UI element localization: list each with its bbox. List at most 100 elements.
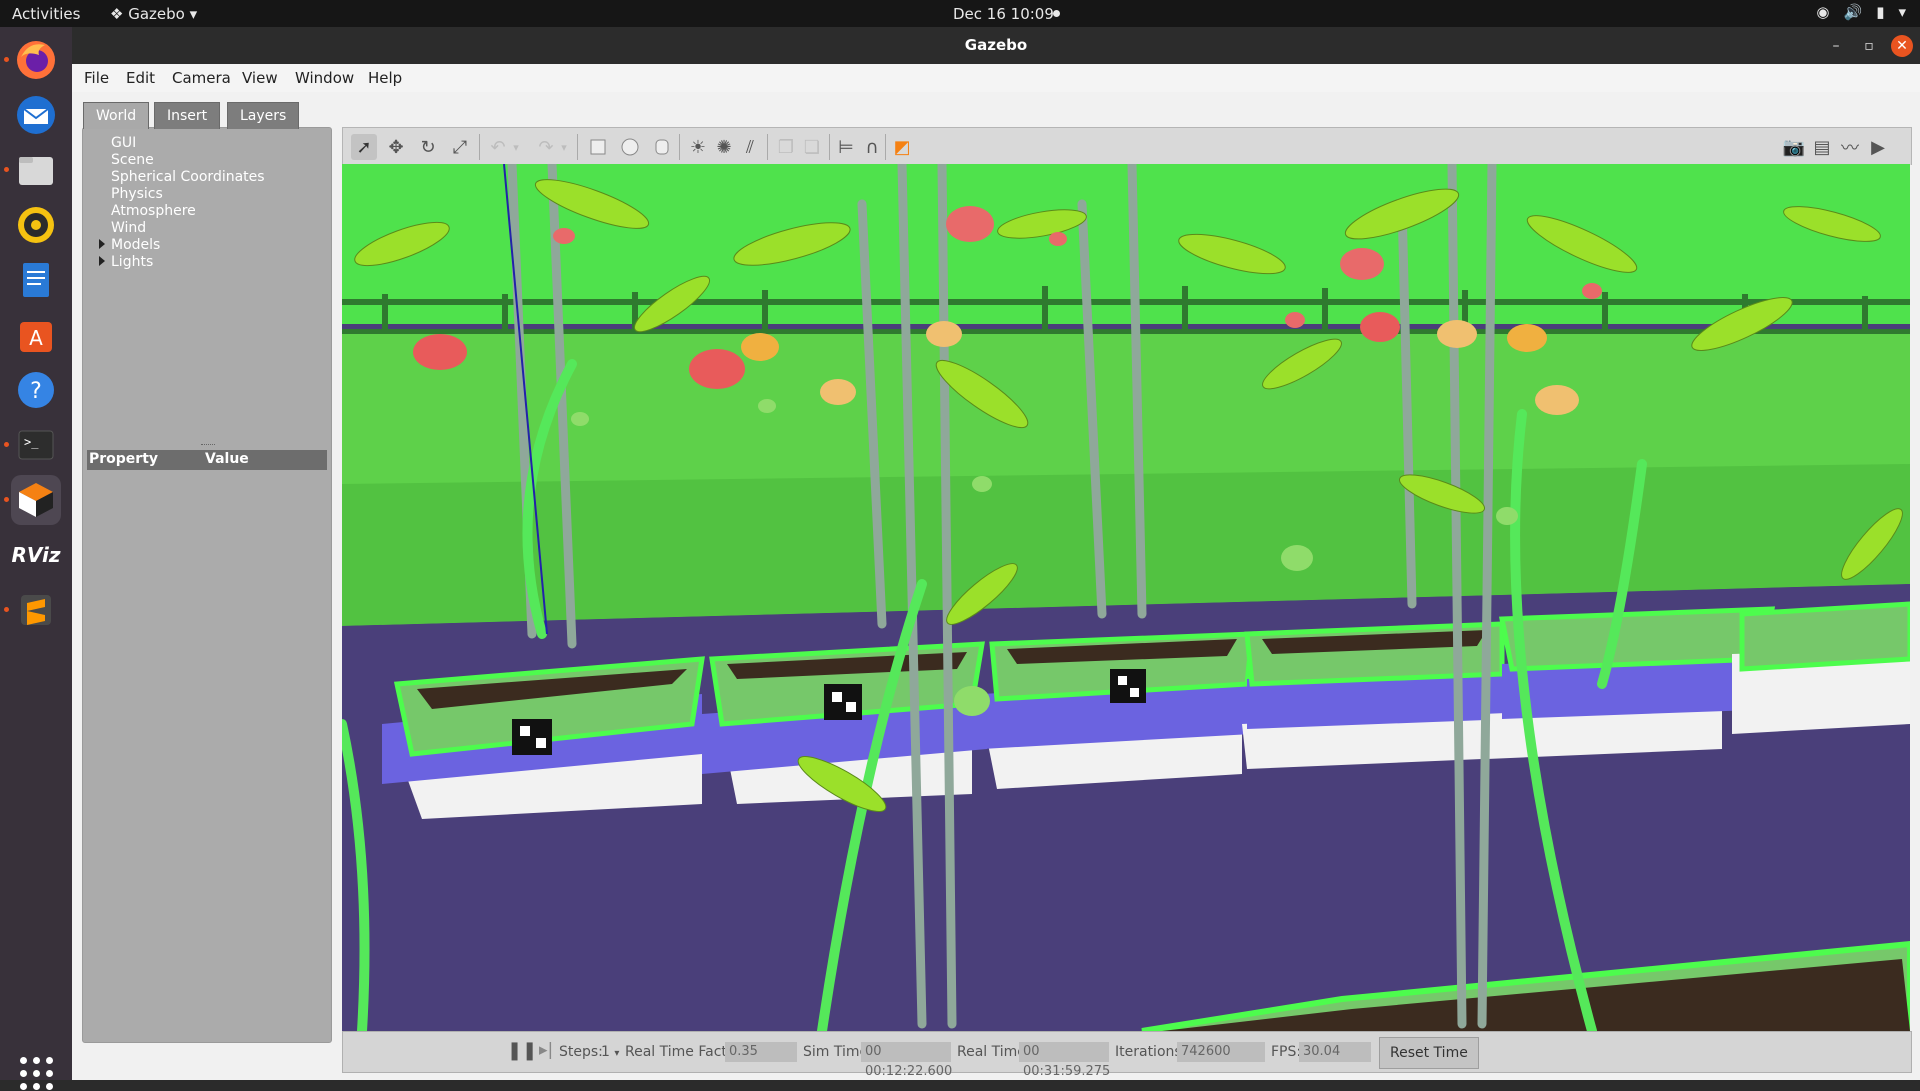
pause-icon[interactable]: ❚❚ xyxy=(507,1040,537,1061)
rviz-icon[interactable]: RViz xyxy=(11,530,61,580)
terminal-icon[interactable]: >_ xyxy=(11,420,61,470)
box-shape-icon[interactable] xyxy=(585,134,611,160)
tab-insert[interactable]: Insert xyxy=(154,102,221,129)
tab-world[interactable]: World xyxy=(83,102,150,129)
redo-dropdown-icon[interactable]: ▾ xyxy=(557,134,571,160)
reset-time-button[interactable]: Reset Time xyxy=(1379,1037,1479,1069)
chevron-down-icon: ▾ xyxy=(614,1048,620,1059)
undo-icon[interactable]: ↶ xyxy=(485,134,511,160)
help-icon[interactable]: ? xyxy=(11,365,61,415)
system-tray[interactable]: ◉ 🔊 ▮ ▾ xyxy=(1816,3,1906,21)
battery-icon: ▮ xyxy=(1876,3,1885,21)
chevron-down-icon: ▾ xyxy=(1898,3,1906,21)
wifi-icon: ◉ xyxy=(1816,3,1830,21)
spot-light-icon[interactable]: ✺ xyxy=(711,134,737,160)
menu-window[interactable]: Window xyxy=(295,69,354,87)
paste-icon[interactable]: ❏ xyxy=(799,134,825,160)
screenshot-icon[interactable]: 📷 xyxy=(1781,134,1807,160)
main-content: World Insert Layers GUI Scene Spherical … xyxy=(72,92,1920,1080)
tree-item-scene[interactable]: Scene xyxy=(111,152,154,168)
steps-spinner[interactable]: 1 ▾ xyxy=(601,1044,619,1060)
tree-item-lights[interactable]: Lights xyxy=(99,254,154,270)
log-icon[interactable]: ▤ xyxy=(1809,134,1835,160)
tree-label: Lights xyxy=(111,254,154,270)
menu-edit[interactable]: Edit xyxy=(126,69,155,87)
close-button[interactable]: ✕ xyxy=(1891,35,1913,57)
tree-item-physics[interactable]: Physics xyxy=(111,186,163,202)
sphere-shape-icon[interactable] xyxy=(617,134,643,160)
rhythmbox-icon[interactable] xyxy=(11,200,61,250)
menu-bar: File Edit Camera View Window Help xyxy=(72,64,1920,92)
toolbar-separator xyxy=(829,134,830,160)
top-bar: Activities ❖ Gazebo ▾ Dec 16 10:09 ◉ 🔊 ▮… xyxy=(0,0,1920,27)
window-title: Gazebo xyxy=(964,36,1028,54)
value-column-header: Value xyxy=(205,451,249,467)
toolbar-separator xyxy=(577,134,578,160)
toolbar-separator xyxy=(767,134,768,160)
firefox-icon[interactable] xyxy=(11,35,61,85)
tree-item-atmosphere[interactable]: Atmosphere xyxy=(111,203,196,219)
activities-button[interactable]: Activities xyxy=(12,5,80,23)
menu-file[interactable]: File xyxy=(84,69,109,87)
steps-label: Steps: xyxy=(559,1044,603,1060)
tree-item-spherical-coordinates[interactable]: Spherical Coordinates xyxy=(111,169,265,185)
view-angle-icon[interactable]: ◩ xyxy=(889,134,915,160)
property-table-header: Property Value xyxy=(87,450,327,470)
gazebo-icon[interactable] xyxy=(11,475,61,525)
thunderbird-icon[interactable] xyxy=(11,90,61,140)
writer-icon[interactable] xyxy=(11,255,61,305)
scene-viewport[interactable] xyxy=(342,164,1910,1031)
cylinder-shape-icon[interactable] xyxy=(649,134,675,160)
show-applications-icon[interactable] xyxy=(20,1057,54,1091)
toolbar-separator xyxy=(479,134,480,160)
svg-text:?: ? xyxy=(30,379,42,404)
expand-arrow-icon[interactable] xyxy=(99,239,105,249)
step-icon[interactable]: ▸| xyxy=(539,1040,553,1060)
tree-item-wind[interactable]: Wind xyxy=(111,220,146,236)
align-icon[interactable]: ⊨ xyxy=(833,134,859,160)
copy-icon[interactable]: ❐ xyxy=(773,134,799,160)
tree-item-models[interactable]: Models xyxy=(99,237,161,253)
running-indicator xyxy=(4,57,9,62)
redo-icon[interactable]: ↷ xyxy=(533,134,559,160)
app-menu[interactable]: ❖ Gazebo ▾ xyxy=(110,5,197,23)
time-panel: ❚❚ ▸| Steps: 1 ▾ Real Time Factor: 0.35 … xyxy=(342,1031,1912,1079)
plot-icon[interactable]: 〰 xyxy=(1837,134,1863,160)
sublime-icon[interactable] xyxy=(11,585,61,635)
menu-view[interactable]: View xyxy=(242,69,278,87)
directional-light-icon[interactable]: ⫽ xyxy=(737,134,763,160)
tree-item-gui[interactable]: GUI xyxy=(111,135,136,151)
rotate-mode-icon[interactable]: ↻ xyxy=(415,134,441,160)
tree-label: Models xyxy=(111,237,161,253)
fps-field: 30.04 xyxy=(1299,1042,1371,1062)
point-light-icon[interactable]: ☀ xyxy=(685,134,711,160)
video-record-icon[interactable]: ▶ xyxy=(1865,134,1891,160)
iterations-label: Iterations: xyxy=(1115,1044,1187,1060)
clock[interactable]: Dec 16 10:09 xyxy=(953,5,1054,23)
files-icon[interactable] xyxy=(11,145,61,195)
running-indicator xyxy=(4,442,9,447)
steps-value: 1 xyxy=(601,1044,610,1060)
expand-arrow-icon[interactable] xyxy=(99,256,105,266)
notification-dot xyxy=(1053,10,1060,17)
select-mode-icon[interactable]: ➚ xyxy=(351,134,377,160)
tab-layers[interactable]: Layers xyxy=(227,102,300,129)
app-center-icon[interactable]: A xyxy=(11,310,61,360)
gazebo-small-icon: ❖ xyxy=(110,5,129,23)
menu-help[interactable]: Help xyxy=(368,69,402,87)
svg-text:A: A xyxy=(29,326,43,350)
minimize-button[interactable]: – xyxy=(1825,35,1847,57)
title-bar[interactable]: Gazebo – ▫ ✕ xyxy=(72,27,1920,64)
running-indicator xyxy=(4,497,9,502)
translate-mode-icon[interactable]: ✥ xyxy=(383,134,409,160)
dock: A ? >_ RViz xyxy=(0,27,72,1090)
world-panel: World Insert Layers GUI Scene Spherical … xyxy=(82,102,332,1043)
sim-time-field: 00 00:12:22.600 xyxy=(861,1042,952,1079)
snap-icon[interactable]: ∩ xyxy=(859,134,885,160)
menu-camera[interactable]: Camera xyxy=(172,69,231,87)
panel-splitter[interactable] xyxy=(201,444,215,447)
iterations-field: 742600 xyxy=(1177,1042,1265,1062)
undo-dropdown-icon[interactable]: ▾ xyxy=(509,134,523,160)
maximize-button[interactable]: ▫ xyxy=(1858,35,1880,57)
scale-mode-icon[interactable]: ⤢ xyxy=(447,134,473,160)
